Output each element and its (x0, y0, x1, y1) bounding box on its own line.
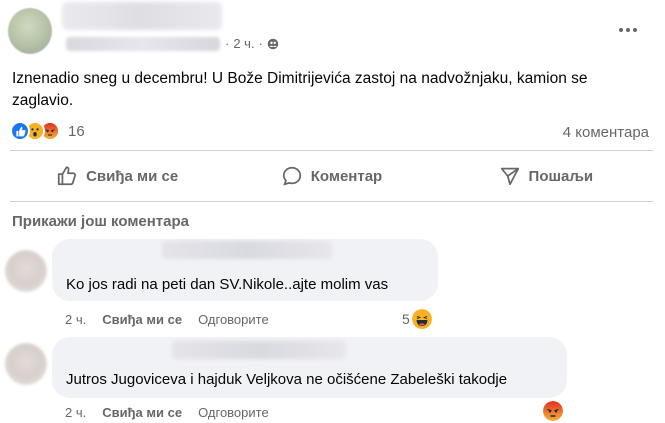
like-icon (10, 121, 30, 141)
comment-actions: 2 ч. Свиђа ми се Одговорите (65, 312, 269, 327)
share-button-label: Пошаљи (528, 167, 594, 185)
comment-bubble: Jutros Jugoviceva i hajduk Veljkova ne o… (52, 337, 567, 398)
comments-count-link[interactable]: 4 коментара (563, 124, 649, 141)
dot-icon (626, 28, 630, 32)
haha-icon (411, 309, 432, 329)
comment-time[interactable]: 2 ч. (65, 405, 86, 420)
post-meta: · 2 ч. · (225, 36, 279, 51)
like-button-label: Свиђа ми се (86, 167, 179, 185)
commenter-name-redacted[interactable] (172, 341, 346, 359)
divider (10, 201, 653, 202)
post-card: · 2 ч. · Iznenadio sneg u decembru! U Bo… (0, 0, 665, 423)
comment-reply-link[interactable]: Одговорите (198, 405, 269, 420)
dot-icon (633, 28, 637, 32)
comment-reply-link[interactable]: Одговорите (198, 312, 269, 327)
send-icon (500, 167, 519, 186)
reactions-summary[interactable]: 16 (10, 121, 85, 141)
angry-icon (543, 401, 563, 421)
thumbs-up-icon (57, 166, 77, 186)
comment-text: Jutros Jugoviceva i hajduk Veljkova ne o… (66, 371, 508, 388)
commenter-avatar[interactable] (5, 250, 47, 292)
comment-time[interactable]: 2 ч. (65, 312, 86, 327)
comment-text: Ko jos radi na peti dan SV.Nikole..ajte … (66, 276, 389, 293)
commenter-avatar[interactable] (5, 343, 47, 385)
divider (10, 150, 653, 151)
dot-icon (619, 28, 623, 32)
comment-bubble: Ko jos radi na peti dan SV.Nikole..ajte … (52, 239, 438, 301)
author-avatar[interactable] (8, 8, 52, 54)
comment-button[interactable]: Коментар (224, 157, 438, 195)
reactions-count: 16 (68, 122, 85, 140)
share-button[interactable]: Пошаљи (439, 157, 653, 195)
author-subtitle-redacted (66, 37, 220, 51)
comment-reaction-count: 5 (402, 311, 410, 327)
comment-button-label: Коментар (310, 167, 383, 185)
commenter-name-redacted[interactable] (162, 241, 332, 259)
author-name-redacted[interactable] (62, 2, 222, 30)
comment-like-link[interactable]: Свиђа ми се (102, 405, 182, 420)
like-button[interactable]: Свиђа ми се (10, 157, 224, 195)
view-more-comments-link[interactable]: Прикажи још коментара (12, 213, 189, 230)
post-time[interactable]: 2 ч. (233, 36, 254, 51)
comment-actions: 2 ч. Свиђа ми се Одговорите (65, 405, 269, 420)
post-text: Iznenadio sneg u decembru! U Bože Dimitr… (12, 70, 588, 109)
comment-reactions[interactable]: 5 (402, 309, 432, 329)
more-options-button[interactable] (612, 18, 644, 42)
action-bar: Свиђа ми се Коментар Пошаљи (10, 157, 653, 195)
audience-friends-icon[interactable] (267, 38, 279, 50)
comment-reactions[interactable] (543, 401, 563, 421)
comment-bubble-icon (282, 166, 301, 186)
comment-like-link[interactable]: Свиђа ми се (102, 312, 182, 327)
